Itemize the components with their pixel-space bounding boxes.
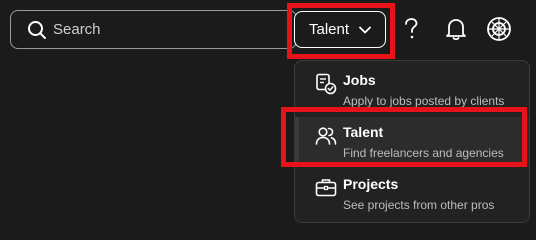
talent-item-highlight — [281, 107, 527, 167]
jobs-check-icon — [315, 73, 337, 95]
menu-item-title: Jobs — [343, 72, 376, 88]
talent-dropdown-button[interactable]: Talent — [294, 11, 386, 48]
menu-item-description: Apply to jobs posted by clients — [343, 94, 505, 108]
talent-button-label: Talent — [308, 21, 350, 38]
profile-logo-icon[interactable] — [484, 14, 514, 44]
search-input[interactable]: Search — [10, 10, 297, 49]
question-mark-icon[interactable] — [396, 14, 426, 44]
search-icon — [27, 20, 47, 40]
briefcase-icon — [315, 177, 337, 199]
menu-item-projects[interactable]: Projects See projects from other pros — [295, 169, 529, 219]
menu-item-description: See projects from other pros — [343, 198, 495, 212]
chevron-down-icon — [359, 26, 371, 34]
bell-icon[interactable] — [441, 14, 471, 44]
search-placeholder: Search — [53, 21, 101, 38]
menu-item-title: Projects — [343, 176, 399, 192]
